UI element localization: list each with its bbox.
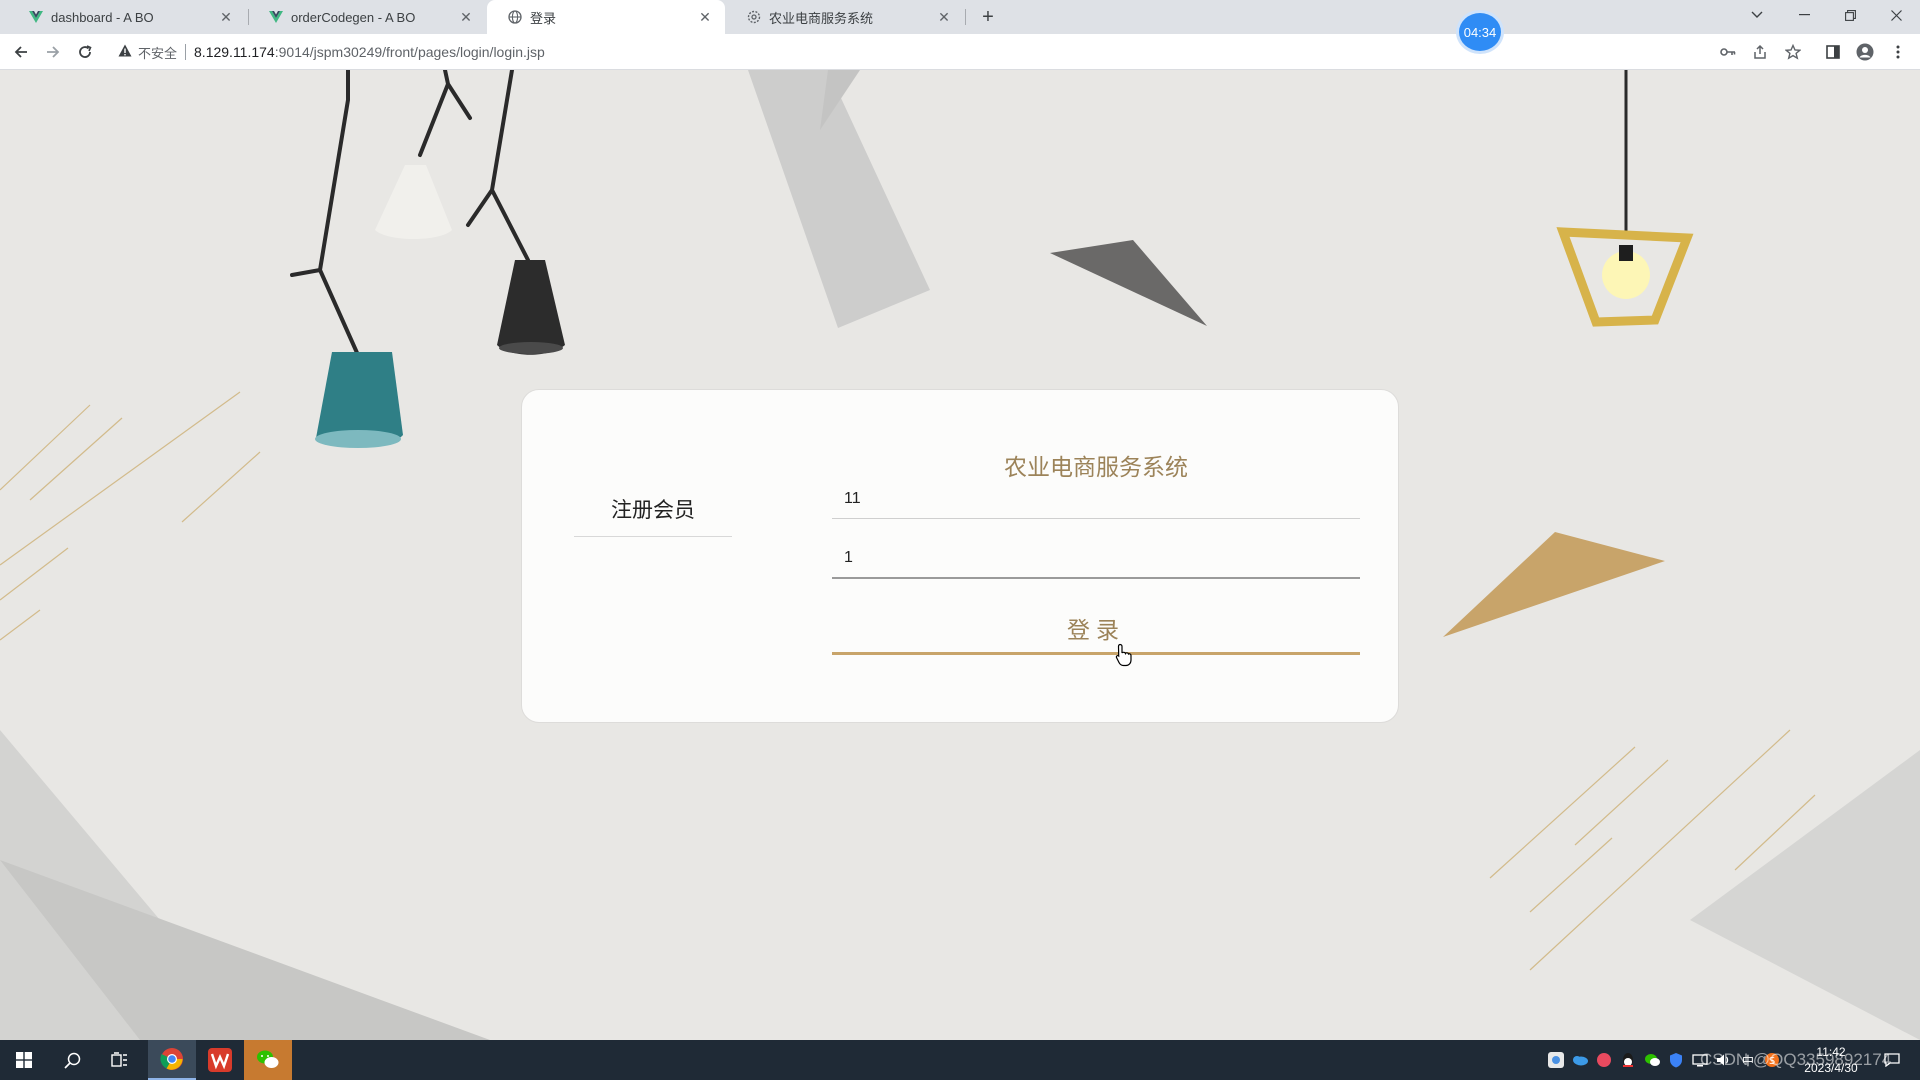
vue-icon xyxy=(28,10,43,25)
more-menu-icon[interactable] xyxy=(1888,42,1908,62)
forward-button[interactable] xyxy=(41,40,65,64)
recording-timer-badge[interactable]: 04:34 xyxy=(1456,10,1504,54)
share-icon[interactable] xyxy=(1750,42,1770,62)
chrome-icon xyxy=(160,1048,183,1070)
close-icon[interactable]: ✕ xyxy=(697,9,713,25)
key-icon[interactable] xyxy=(1718,42,1738,62)
wechat-icon xyxy=(257,1050,279,1068)
tab-title: orderCodegen - A BO xyxy=(291,9,416,25)
black-lamp-rim xyxy=(499,342,563,354)
taskbar-wps[interactable] xyxy=(196,1040,244,1080)
gold-lines-left xyxy=(0,391,261,641)
gold-triangle-shape xyxy=(1443,532,1665,637)
hand-pointer-icon xyxy=(1115,643,1132,667)
taskbar-chrome[interactable] xyxy=(148,1040,196,1080)
task-view-button[interactable] xyxy=(96,1040,144,1080)
vue-icon xyxy=(268,10,283,25)
tab-ordercodegen[interactable]: orderCodegen - A BO ✕ xyxy=(248,0,486,34)
tab-title: 登录 xyxy=(530,10,557,26)
back-button[interactable] xyxy=(9,40,33,64)
tab-separator xyxy=(965,9,966,25)
profile-avatar-icon[interactable] xyxy=(1855,42,1875,62)
start-button[interactable] xyxy=(0,1040,48,1080)
clock-time: 11:42 xyxy=(1816,1045,1846,1059)
windows-icon xyxy=(16,1052,32,1068)
system-title: 农业电商服务系统 xyxy=(1004,454,1188,480)
chevron-down-icon xyxy=(1751,11,1763,18)
login-card: 注册会员 农业电商服务系统 登录 xyxy=(521,389,1399,723)
close-window-button[interactable] xyxy=(1873,0,1919,30)
grey-triangle-shape xyxy=(1690,750,1920,1040)
warning-icon xyxy=(118,44,132,60)
security-label[interactable]: 不安全 xyxy=(138,43,177,62)
onedrive-icon[interactable] xyxy=(1569,1049,1591,1071)
restore-icon xyxy=(1844,9,1856,21)
register-member-link[interactable]: 注册会员 xyxy=(574,494,732,537)
globe-icon xyxy=(507,10,522,25)
password-input[interactable] xyxy=(832,539,1360,579)
wechat-tray-icon[interactable] xyxy=(1641,1049,1663,1071)
minimize-button[interactable] xyxy=(1781,0,1827,30)
light-bulb-socket xyxy=(1619,245,1633,261)
notification-icon xyxy=(1884,1053,1900,1067)
arrow-left-icon xyxy=(14,46,27,58)
search-icon xyxy=(63,1052,80,1069)
reload-icon xyxy=(79,45,92,58)
side-panel-icon[interactable] xyxy=(1823,42,1843,62)
new-tab-button[interactable]: + xyxy=(976,5,1000,29)
white-lamp-shade xyxy=(375,165,452,239)
tab-title: 农业电商服务系统 xyxy=(769,10,874,26)
qq-icon[interactable] xyxy=(1617,1049,1639,1071)
address-divider xyxy=(185,44,187,60)
notification-center-button[interactable] xyxy=(1872,1040,1912,1080)
black-lamp-shade xyxy=(497,260,565,355)
url-host: 8.129.11.174 xyxy=(194,44,275,60)
url-path: :9014/jspm30249/front/pages/login/login.… xyxy=(274,44,545,60)
clock-date: 2023/4/30 xyxy=(1804,1061,1858,1075)
reload-button[interactable] xyxy=(73,40,97,64)
close-icon xyxy=(1890,9,1902,21)
grey-triangle-shape xyxy=(748,70,930,328)
restore-button[interactable] xyxy=(1827,0,1873,30)
username-input[interactable] xyxy=(832,479,1360,519)
system-clock[interactable]: 11:42 2023/4/30 xyxy=(1796,1044,1866,1076)
close-icon[interactable]: ✕ xyxy=(458,9,474,25)
arrow-right-icon xyxy=(47,46,60,58)
tray-app-icon[interactable] xyxy=(1545,1049,1567,1071)
wps-office-icon xyxy=(208,1048,232,1072)
close-icon[interactable]: ✕ xyxy=(936,9,952,25)
close-icon[interactable]: ✕ xyxy=(218,9,234,25)
minimize-icon xyxy=(1798,14,1810,16)
gear-icon xyxy=(746,10,761,25)
taskbar-wechat[interactable] xyxy=(244,1040,292,1080)
login-button[interactable]: 登录 xyxy=(832,603,1360,655)
taskbar-search-button[interactable] xyxy=(48,1040,96,1080)
task-view-icon xyxy=(111,1052,127,1067)
login-page: 注册会员 农业电商服务系统 登录 xyxy=(0,70,1920,1040)
tab-title: dashboard - A BO xyxy=(51,9,154,25)
security-shield-icon[interactable] xyxy=(1665,1049,1687,1071)
tab-search-button[interactable] xyxy=(1734,0,1780,30)
dark-triangle-shape xyxy=(1050,240,1207,326)
browser-tab-bar: dashboard - A BO ✕ orderCodegen - A BO ✕… xyxy=(0,0,1920,34)
tray-app-icon[interactable] xyxy=(1593,1049,1615,1071)
bookmark-star-icon[interactable] xyxy=(1783,42,1803,62)
tab-login[interactable]: 登录 ✕ xyxy=(487,0,725,34)
tab-dashboard[interactable]: dashboard - A BO ✕ xyxy=(8,0,246,34)
browser-toolbar: 不安全 8.129.11.174:9014/jspm30249/front/pa… xyxy=(0,34,1920,70)
tab-agri-system[interactable]: 农业电商服务系统 ✕ xyxy=(726,0,964,34)
windows-taskbar: 中 S CSDN @QQ3359892174 11:42 2023/4/30 xyxy=(0,1040,1920,1080)
teal-lamp-rim xyxy=(315,430,401,448)
